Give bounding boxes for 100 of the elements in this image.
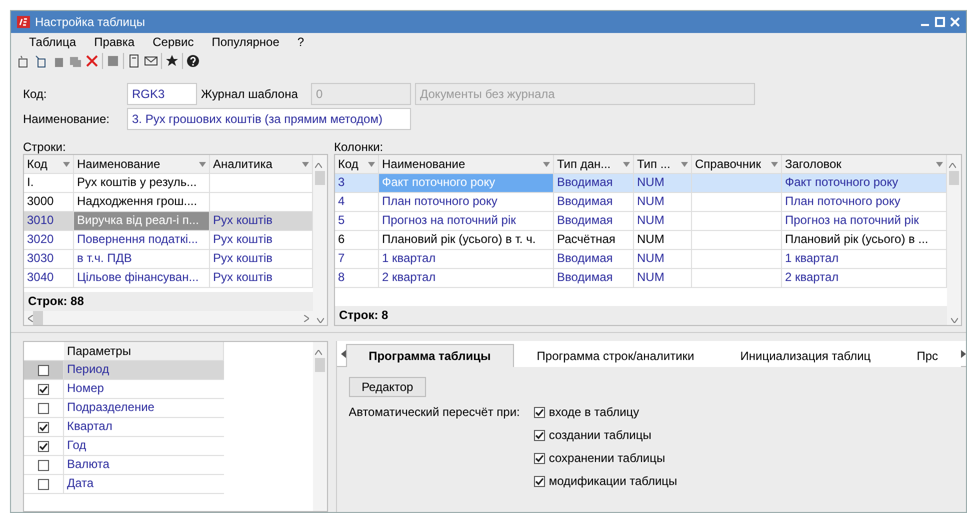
section-label: Колонки: bbox=[334, 140, 384, 154]
dropdown-arrow-icon[interactable] bbox=[368, 162, 375, 166]
table-cell: 3 bbox=[335, 174, 379, 193]
table-cell: 3030 bbox=[24, 250, 74, 269]
checkbox[interactable] bbox=[38, 422, 49, 432]
table-cell: Рух коштів bbox=[210, 269, 313, 288]
help-icon[interactable] bbox=[186, 54, 200, 68]
table-cell: Факт поточного року bbox=[782, 174, 947, 193]
document-icon[interactable] bbox=[127, 54, 141, 68]
table-cell: 3010 bbox=[24, 212, 74, 231]
scrollbar-thumb[interactable] bbox=[314, 358, 325, 372]
mail-icon[interactable] bbox=[144, 54, 158, 68]
table-cell: в т.ч. ПДВ bbox=[74, 250, 210, 269]
delete-icon[interactable] bbox=[85, 54, 99, 68]
table-cell: 4 bbox=[335, 193, 379, 212]
scrollbar-thumb[interactable] bbox=[33, 311, 43, 325]
dropdown-arrow-icon[interactable] bbox=[681, 162, 688, 166]
checkbox[interactable] bbox=[534, 430, 545, 440]
column-header[interactable]: Код bbox=[24, 155, 74, 174]
table-cell: Виручка від реал-і п... bbox=[74, 212, 210, 231]
table-cell: NUM bbox=[634, 269, 692, 288]
dropdown-arrow-icon[interactable] bbox=[936, 162, 943, 166]
checkbox[interactable] bbox=[534, 406, 545, 418]
table-cell: Плановий рік (усього) в т. ч. bbox=[379, 231, 554, 250]
table-cell: 5 bbox=[335, 212, 379, 231]
table-cell: Вводимая bbox=[554, 250, 634, 269]
table-cell: NUM bbox=[634, 193, 692, 212]
table-cell: Плановий рік (усього) в ... bbox=[782, 231, 947, 250]
menu-item[interactable]: Сервис bbox=[148, 35, 208, 51]
recalc-label: Автоматический пересчёт при: bbox=[348, 405, 520, 421]
vertical-scrollbar[interactable] bbox=[313, 155, 327, 325]
scroll-right-icon[interactable] bbox=[304, 314, 309, 322]
horizontal-scrollbar[interactable] bbox=[24, 311, 313, 325]
dropdown-arrow-icon[interactable] bbox=[771, 162, 778, 166]
table-cell: Вводимая bbox=[554, 269, 634, 288]
table-cell: 6 bbox=[335, 231, 379, 250]
dropdown-arrow-icon[interactable] bbox=[302, 162, 309, 166]
scroll-down-icon[interactable] bbox=[950, 318, 958, 323]
menu-item[interactable]: ? bbox=[293, 35, 318, 51]
window-title: Настройка таблицы bbox=[35, 15, 146, 29]
duplicate-icon[interactable] bbox=[68, 54, 82, 68]
table-cell: Вводимая bbox=[554, 174, 634, 193]
table-cell: План поточного року bbox=[782, 193, 947, 212]
tab[interactable]: Программа таблицы bbox=[346, 344, 514, 367]
table-cell: Вводимая bbox=[554, 212, 634, 231]
new-child-icon[interactable] bbox=[34, 54, 48, 68]
menu-item[interactable]: Таблица bbox=[25, 35, 90, 51]
close-icon[interactable] bbox=[950, 17, 960, 27]
checkbox[interactable] bbox=[38, 478, 49, 490]
checkbox[interactable] bbox=[38, 364, 49, 376]
table-cell: 3040 bbox=[24, 269, 74, 288]
editor-button[interactable]: Редактор bbox=[348, 377, 426, 397]
table-cell: Прогноз на поточний рік bbox=[379, 212, 554, 231]
checkbox-label: создании таблицы bbox=[548, 428, 652, 442]
column-header[interactable]: Тип дан... bbox=[554, 155, 634, 174]
column-header[interactable]: Справочник bbox=[692, 155, 782, 174]
table-cell: I. bbox=[24, 174, 74, 193]
scroll-up-icon[interactable] bbox=[314, 350, 322, 355]
menu-item[interactable]: Популярное bbox=[208, 35, 294, 51]
column-header[interactable]: Наименование bbox=[74, 155, 210, 174]
parameter-label[interactable]: Период bbox=[64, 361, 224, 379]
section-label: Строки: bbox=[23, 140, 67, 154]
column-header[interactable]: Код bbox=[335, 155, 379, 174]
name-field[interactable]: 3. Рух грошових коштів (за прямим методом) bbox=[127, 108, 411, 130]
scroll-up-icon[interactable] bbox=[315, 163, 322, 168]
scrollbar-thumb[interactable] bbox=[315, 171, 325, 185]
column-header[interactable]: Тип ... bbox=[634, 155, 692, 174]
scrollbar-thumb[interactable] bbox=[949, 171, 959, 185]
star-icon[interactable] bbox=[165, 54, 179, 68]
table-cell: Рух коштів у резуль... bbox=[74, 174, 210, 193]
row-count: Строк: 88 bbox=[24, 292, 313, 311]
checkbox[interactable] bbox=[38, 384, 49, 394]
scroll-down-icon[interactable] bbox=[316, 318, 324, 323]
column-header[interactable]: Заголовок bbox=[782, 155, 947, 174]
checkbox[interactable] bbox=[534, 476, 545, 486]
checkbox-label: входе в таблицу bbox=[548, 405, 640, 419]
checkbox[interactable] bbox=[38, 460, 49, 470]
table-cell: NUM bbox=[634, 231, 692, 250]
parameter-row-marker[interactable] bbox=[24, 361, 64, 379]
checkbox-label: сохранении таблицы bbox=[548, 451, 666, 465]
column-header[interactable]: Аналитика bbox=[210, 155, 313, 174]
checkbox[interactable] bbox=[38, 440, 49, 452]
field-label: Журнал шаблона bbox=[201, 87, 299, 101]
checkbox[interactable] bbox=[534, 452, 545, 464]
dropdown-arrow-icon[interactable] bbox=[543, 162, 550, 166]
vertical-scrollbar[interactable] bbox=[312, 342, 327, 511]
field-label: Код: bbox=[23, 87, 48, 101]
dropdown-arrow-icon[interactable] bbox=[63, 162, 70, 166]
column-header[interactable]: Наименование bbox=[379, 155, 554, 174]
checkbox[interactable] bbox=[38, 402, 49, 414]
code-field[interactable]: RGK3 bbox=[127, 83, 197, 105]
dropdown-arrow-icon[interactable] bbox=[199, 162, 206, 166]
dropdown-arrow-icon[interactable] bbox=[623, 162, 630, 166]
scroll-up-icon[interactable] bbox=[949, 163, 956, 168]
scroll-left-icon[interactable] bbox=[28, 314, 33, 322]
vertical-scrollbar[interactable] bbox=[947, 155, 961, 325]
table-cell: План поточного року bbox=[379, 193, 554, 212]
menu-item[interactable]: Правка bbox=[90, 35, 149, 51]
table-cell: 2 квартал bbox=[782, 269, 947, 288]
maximize-icon[interactable] bbox=[935, 17, 945, 27]
